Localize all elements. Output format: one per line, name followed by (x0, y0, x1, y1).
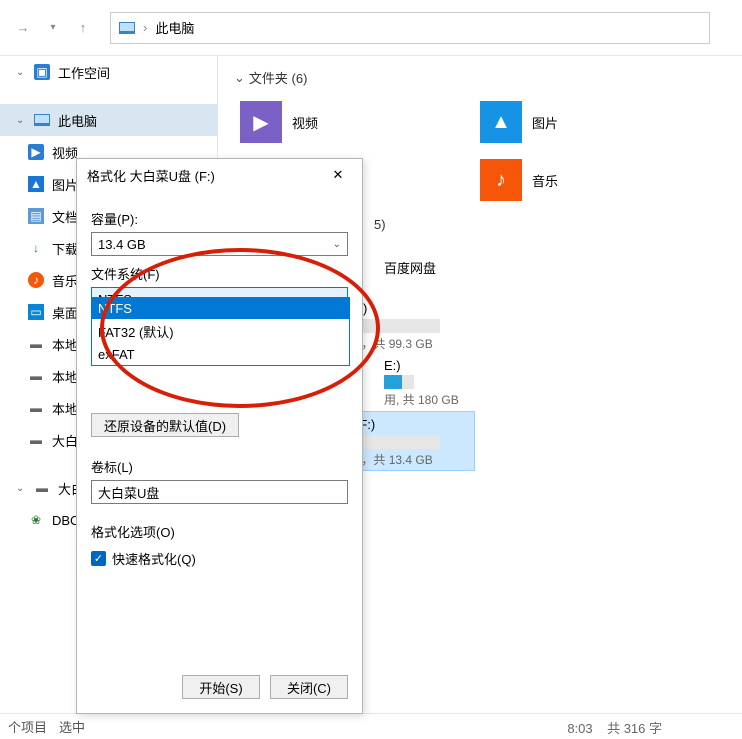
disk-icon: ▬ (28, 400, 44, 416)
close-icon: ✕ (333, 167, 344, 183)
music-icon: ♪ (28, 272, 44, 288)
chevron-down-icon: ⌄ (16, 483, 26, 494)
dropdown-option-ntfs[interactable]: NTFS (92, 298, 349, 319)
format-dialog: 格式化 大白菜U盘 (F:) ✕ 容量(P): 13.4 GB ⌄ 文件系统(F)… (76, 158, 363, 714)
chevron-down-icon: ⌄ (16, 115, 26, 126)
checkbox-checked-icon: ✓ (91, 551, 106, 566)
pc-icon (119, 22, 135, 34)
sidebar-item-label: 工作空间 (58, 63, 110, 82)
download-icon: ↓ (28, 240, 44, 256)
breadcrumb[interactable]: › 此电脑 (110, 12, 710, 44)
back-button[interactable]: → (12, 17, 34, 39)
close-button[interactable]: ✕ (324, 161, 352, 189)
pc-icon (34, 114, 50, 126)
checkbox-label: 快速格式化(Q) (112, 549, 196, 568)
video-icon: ▶ (28, 144, 44, 160)
tile-label: 音乐 (532, 171, 708, 190)
dialog-body: 容量(P): 13.4 GB ⌄ 文件系统(F) NTFS ⌄ 还原设备的默认值(D… (77, 191, 362, 578)
forward-disabled: ▾ (42, 17, 64, 39)
filesystem-label: 文件系统(F) (91, 264, 348, 283)
tile-label: E:) (384, 358, 508, 373)
start-button[interactable]: 开始(S) (182, 675, 260, 699)
tile-videos[interactable]: ▶ 视频 (234, 93, 474, 151)
tile-label: 图片 (532, 113, 708, 132)
picture-icon: ▲ (480, 101, 522, 143)
sidebar-item-label: 视频 (52, 143, 78, 162)
drives-count: 5) (374, 217, 386, 232)
dialog-title: 格式化 大白菜U盘 (F:) (87, 166, 215, 185)
sidebar-item-label: 音乐 (52, 271, 78, 290)
status-selected: 选中 (59, 717, 85, 736)
document-icon: ▤ (28, 208, 44, 224)
music-icon: ♪ (480, 159, 522, 201)
sidebar-item-workspace[interactable]: ⌄ ▣ 工作空间 (0, 56, 217, 88)
volume-label-input[interactable] (91, 480, 348, 504)
tile-subtext: 用, 共 180 GB (384, 391, 508, 408)
footer-time: 8:03 (567, 721, 592, 736)
sidebar-item-thispc[interactable]: ⌄ 此电脑 (0, 104, 217, 136)
capacity-label: 容量(P): (91, 209, 348, 228)
capacity-combo[interactable]: 13.4 GB ⌄ (91, 232, 348, 256)
usage-bar (384, 375, 414, 389)
sidebar-item-label: 文档 (52, 207, 78, 226)
video-icon: ▶ (240, 101, 282, 143)
sidebar-item-label: 此电脑 (58, 111, 97, 130)
desktop-icon: ▭ (28, 304, 44, 320)
tile-pictures[interactable]: ▲ 图片 (474, 93, 714, 151)
usb-icon: ▬ (28, 432, 44, 448)
dialog-titlebar[interactable]: 格式化 大白菜U盘 (F:) ✕ (77, 159, 362, 191)
chevron-right-icon: › (143, 20, 147, 35)
sidebar-item-label: 下载 (52, 239, 78, 258)
chevron-down-icon: ⌄ (333, 239, 341, 250)
disk-icon: ▬ (28, 368, 44, 384)
dropdown-option-exfat[interactable]: exFAT (92, 344, 349, 365)
chevron-down-icon: ⌄ (234, 70, 245, 86)
chevron-down-icon: ⌄ (16, 67, 26, 78)
tile-label: 视频 (292, 113, 468, 132)
close-dialog-button[interactable]: 关闭(C) (270, 675, 348, 699)
folders-header[interactable]: ⌄文件夹 (6) (234, 68, 742, 87)
usb-icon: ▬ (34, 480, 50, 496)
status-items: 个项目 (8, 717, 47, 736)
page-footer: 8:03 共 316 字 (567, 718, 662, 737)
sidebar-item-label: 桌面 (52, 303, 78, 322)
tile-music[interactable]: ♪ 音乐 (474, 151, 714, 209)
breadcrumb-location: 此电脑 (155, 18, 194, 37)
format-options-label: 格式化选项(O) (91, 522, 348, 541)
restore-defaults-button[interactable]: 还原设备的默认值(D) (91, 413, 239, 437)
dropdown-option-fat32[interactable]: FAT32 (默认) (92, 319, 349, 344)
disk-icon: ▬ (28, 336, 44, 352)
picture-icon: ▲ (28, 176, 44, 192)
folder-icon: ❀ (28, 512, 44, 528)
footer-words: 共 316 字 (607, 721, 662, 736)
up-button[interactable]: ↑ (72, 17, 94, 39)
folders-header-text: 文件夹 (6) (249, 68, 308, 87)
quick-format-checkbox[interactable]: ✓ 快速格式化(Q) (91, 549, 348, 568)
tile-label: 百度网盘 (384, 258, 508, 277)
filesystem-dropdown: NTFS FAT32 (默认) exFAT (91, 297, 350, 366)
toolbar: → ▾ ↑ › 此电脑 (0, 0, 742, 56)
dialog-buttons: 开始(S) 关闭(C) (182, 675, 348, 699)
combo-value: 13.4 GB (98, 237, 146, 252)
sidebar-item-label: 图片 (52, 175, 78, 194)
volume-label-label: 卷标(L) (91, 457, 348, 476)
workspace-icon: ▣ (34, 64, 50, 80)
